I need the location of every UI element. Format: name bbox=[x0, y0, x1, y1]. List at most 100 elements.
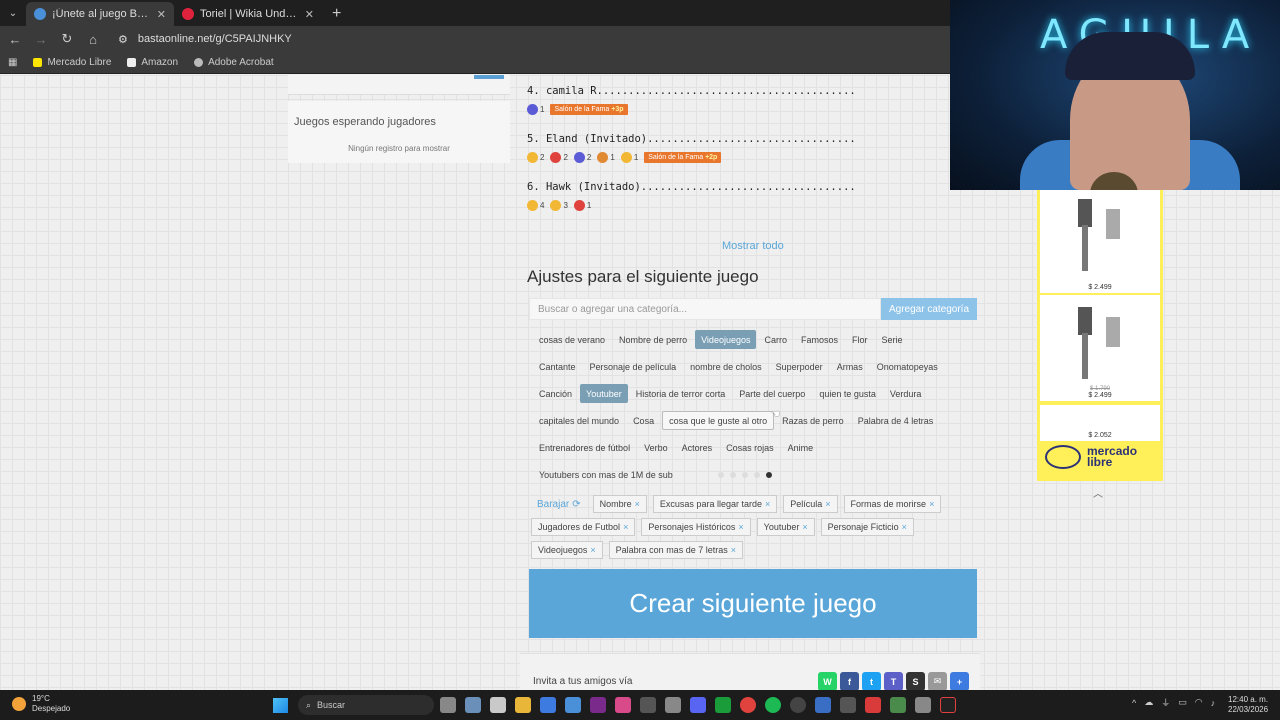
tab-search-menu[interactable]: ⌄ bbox=[0, 0, 26, 26]
photos-icon[interactable] bbox=[615, 697, 631, 713]
monitor-icon[interactable]: ▭ bbox=[1178, 697, 1187, 708]
pagination-dot[interactable] bbox=[742, 472, 748, 478]
pagination-dot[interactable] bbox=[730, 472, 736, 478]
category-chip[interactable]: Cosa bbox=[627, 411, 660, 430]
reaction[interactable]: 1 bbox=[573, 199, 591, 211]
remove-icon[interactable]: × bbox=[765, 499, 770, 509]
cloud-icon[interactable]: ☁ bbox=[1144, 697, 1153, 708]
remove-icon[interactable]: × bbox=[825, 499, 830, 509]
apps-grid-icon[interactable]: ▦ bbox=[8, 57, 17, 68]
category-chip[interactable]: Armas bbox=[831, 357, 869, 376]
category-chip[interactable]: capitales del mundo bbox=[533, 411, 625, 430]
tab-toriel[interactable]: Toriel | Wikia Undertale | Fandom ✕ bbox=[174, 2, 322, 26]
chrome-icon[interactable] bbox=[740, 697, 756, 713]
remove-icon[interactable]: × bbox=[623, 522, 628, 532]
remove-icon[interactable]: × bbox=[929, 499, 934, 509]
remove-icon[interactable]: × bbox=[738, 522, 743, 532]
notepad-icon[interactable] bbox=[565, 697, 581, 713]
app-icon[interactable] bbox=[840, 697, 856, 713]
usb-icon[interactable]: ⏚ bbox=[1161, 696, 1170, 709]
reload-icon[interactable]: ↻ bbox=[60, 31, 74, 47]
category-chip[interactable]: Cantante bbox=[533, 357, 582, 376]
remove-icon[interactable]: × bbox=[902, 522, 907, 532]
file-explorer-icon[interactable] bbox=[515, 697, 531, 713]
category-chip[interactable]: Flor bbox=[846, 330, 874, 349]
bookmark-amazon[interactable]: Amazon bbox=[127, 57, 178, 68]
snapchat-icon[interactable]: S bbox=[906, 672, 925, 690]
category-chip[interactable]: Actores bbox=[676, 438, 719, 457]
bookmark-mercadolibre[interactable]: Mercado Libre bbox=[33, 57, 111, 68]
forward-icon[interactable]: → bbox=[34, 32, 48, 47]
category-chip[interactable]: Entrenadores de fútbol bbox=[533, 438, 636, 457]
reaction[interactable]: 4 bbox=[527, 199, 544, 211]
category-chip[interactable]: Famosos bbox=[795, 330, 844, 349]
editor-icon[interactable] bbox=[665, 697, 681, 713]
category-chip[interactable]: Razas de perro bbox=[776, 411, 850, 430]
category-chip[interactable]: Verdura bbox=[884, 384, 928, 403]
reaction[interactable]: 3 bbox=[550, 199, 568, 211]
spotify-icon[interactable] bbox=[765, 697, 781, 713]
twitter-icon[interactable]: t bbox=[862, 672, 881, 690]
windows-start-icon[interactable] bbox=[273, 698, 288, 713]
site-info-icon[interactable]: ⚙ bbox=[118, 33, 128, 46]
onenote-icon[interactable] bbox=[540, 697, 556, 713]
clock[interactable]: 12:40 a. m. 22/03/2026 bbox=[1228, 695, 1268, 715]
category-chip[interactable]: Historia de terror corta bbox=[630, 384, 732, 403]
category-chip[interactable]: Palabra de 4 letras bbox=[852, 411, 940, 430]
weather-widget[interactable]: 19°C Despejado bbox=[12, 694, 70, 714]
bookmark-acrobat[interactable]: Adobe Acrobat bbox=[194, 57, 274, 68]
xbox-icon[interactable] bbox=[715, 697, 731, 713]
new-tab-icon[interactable]: + bbox=[322, 2, 351, 26]
settings-icon[interactable] bbox=[465, 697, 481, 713]
category-chip[interactable]: Personaje de película bbox=[584, 357, 683, 376]
category-chip[interactable]: Youtuber bbox=[580, 384, 628, 403]
shuffle-button[interactable]: Barajar ⟳ bbox=[531, 495, 587, 513]
volume-icon[interactable]: ♪ bbox=[1211, 698, 1216, 708]
teams-icon[interactable]: T bbox=[884, 672, 903, 690]
category-chip[interactable]: cosas de verano bbox=[533, 330, 611, 349]
ad-product-card[interactable]: $ 2.052 bbox=[1040, 405, 1160, 441]
app-icon[interactable] bbox=[890, 697, 906, 713]
email-icon[interactable]: ✉ bbox=[928, 672, 947, 690]
ad-product-card[interactable]: $ 1.790 $ 2.499 bbox=[1040, 295, 1160, 401]
category-chip[interactable]: Carro bbox=[758, 330, 793, 349]
remove-icon[interactable]: × bbox=[802, 522, 807, 532]
category-chip[interactable]: Serie bbox=[876, 330, 909, 349]
panel-button-stub[interactable] bbox=[474, 75, 504, 79]
chevron-up-icon[interactable]: ^ bbox=[1132, 698, 1136, 708]
home-icon[interactable]: ⌂ bbox=[86, 32, 100, 47]
close-icon[interactable]: ✕ bbox=[157, 8, 166, 21]
close-icon[interactable]: ✕ bbox=[305, 8, 314, 21]
task-view-icon[interactable] bbox=[440, 697, 456, 713]
whatsapp-icon[interactable]: W bbox=[818, 672, 837, 690]
category-chip[interactable]: cosa que le guste al otro bbox=[662, 411, 775, 430]
category-chip[interactable]: Verbo bbox=[638, 438, 674, 457]
remove-icon[interactable]: × bbox=[635, 499, 640, 509]
category-search-input[interactable]: Buscar o agregar una categoría... bbox=[529, 298, 881, 320]
remove-icon[interactable]: × bbox=[731, 545, 736, 555]
steam-icon[interactable] bbox=[790, 697, 806, 713]
create-next-game-button[interactable]: Crear siguiente juego bbox=[529, 569, 977, 638]
category-chip[interactable]: Onomatopeyas bbox=[871, 357, 944, 376]
tab-basta[interactable]: ¡Únete al juego Basta! ✕ bbox=[26, 2, 174, 26]
category-chip[interactable]: Videojuegos bbox=[695, 330, 757, 349]
reaction[interactable]: 2 bbox=[550, 151, 568, 163]
tiktok-icon[interactable] bbox=[940, 697, 956, 713]
nest-icon[interactable] bbox=[590, 697, 606, 713]
back-icon[interactable]: ← bbox=[8, 32, 22, 47]
app-icon[interactable] bbox=[865, 697, 881, 713]
category-chip[interactable]: Parte del cuerpo bbox=[733, 384, 811, 403]
more-share-icon[interactable]: + bbox=[950, 672, 969, 690]
category-chip[interactable]: Cosas rojas bbox=[720, 438, 780, 457]
taskbar-search[interactable]: ⌕ Buscar bbox=[298, 695, 434, 715]
wifi-icon[interactable]: ◠ bbox=[1195, 697, 1203, 708]
category-chip[interactable]: Nombre de perro bbox=[613, 330, 693, 349]
category-chip[interactable]: quien te gusta bbox=[813, 384, 882, 403]
category-chip[interactable]: nombre de cholos bbox=[684, 357, 768, 376]
reaction[interactable]: 1 bbox=[597, 151, 615, 163]
store-icon[interactable] bbox=[490, 697, 506, 713]
app-icon[interactable] bbox=[815, 697, 831, 713]
url-field[interactable]: ⚙ bastaonline.net/g/C5PAIJNHKY bbox=[118, 33, 292, 46]
app-icon[interactable] bbox=[915, 697, 931, 713]
reaction[interactable]: 2 bbox=[527, 151, 544, 163]
